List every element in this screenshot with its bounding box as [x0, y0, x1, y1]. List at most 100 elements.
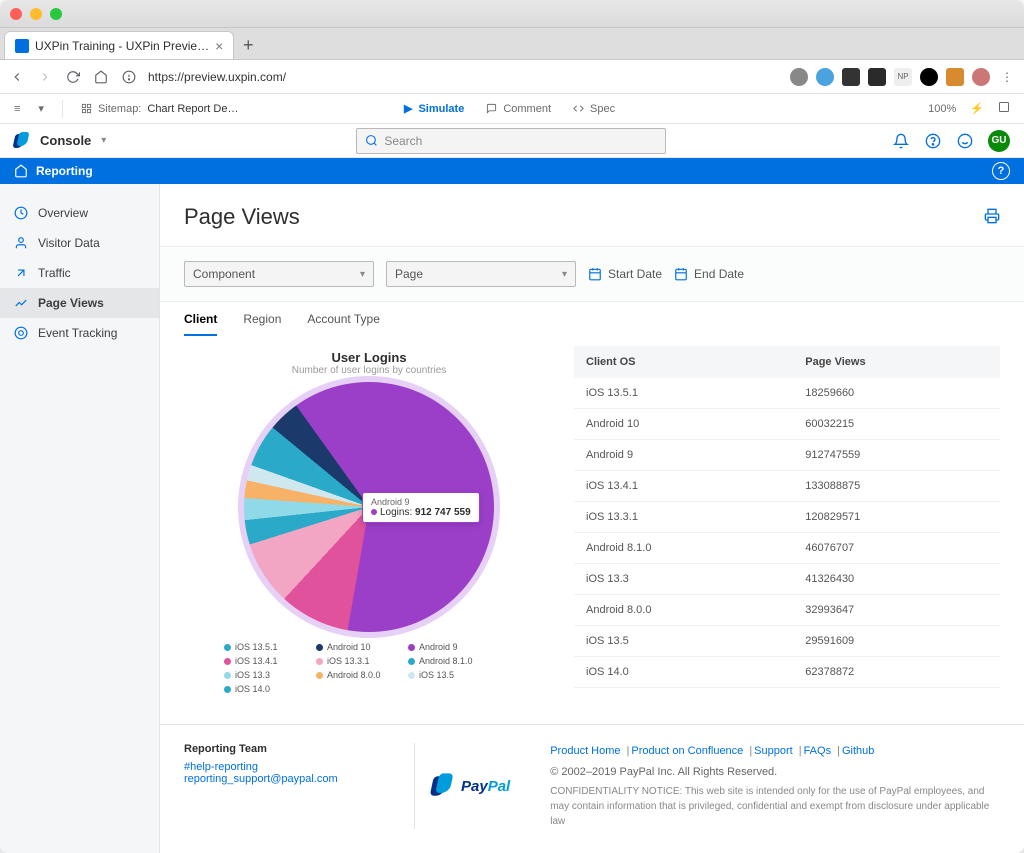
sidebar-item-overview[interactable]: Overview [0, 198, 159, 228]
tab-client[interactable]: Client [184, 312, 217, 336]
minimize-window-icon[interactable] [30, 8, 42, 20]
url-field[interactable]: https://preview.uxpin.com/ [148, 70, 286, 84]
extension-icon[interactable] [868, 68, 886, 86]
forward-icon[interactable] [36, 68, 54, 86]
chrome-menu-icon[interactable]: ⋮ [998, 68, 1016, 86]
legend-item[interactable]: Android 8.1.0 [408, 656, 488, 666]
print-icon[interactable] [984, 208, 1000, 227]
zoom-label[interactable]: 100% [928, 103, 956, 115]
extension-icon[interactable] [790, 68, 808, 86]
user-avatar[interactable]: GU [988, 130, 1010, 152]
browser-tab[interactable]: UXPin Training - UXPin Previe… × [4, 31, 234, 59]
start-date-button[interactable]: Start Date [588, 267, 662, 281]
sitemap-button[interactable]: Sitemap: Chart Report De… [81, 103, 239, 115]
sidebar: OverviewVisitor DataTrafficPage ViewsEve… [0, 184, 160, 853]
close-window-icon[interactable] [10, 8, 22, 20]
chart-tooltip: Android 9 Logins: 912 747 559 [362, 492, 480, 523]
filter-bar: Component▾ Page▾ Start Date End Date [160, 246, 1024, 302]
uxpin-toolbar: ≡ ▾ Sitemap: Chart Report De… ▶ Simulate… [0, 94, 1024, 124]
zoom-window-icon[interactable] [50, 8, 62, 20]
target-icon [14, 326, 28, 340]
footer-link[interactable]: FAQs [804, 745, 832, 757]
legend-item[interactable]: iOS 13.3.1 [316, 656, 396, 666]
main-content: Page Views Component▾ Page▾ Start Date E… [160, 184, 1024, 853]
bell-icon[interactable] [892, 132, 910, 150]
extension-icon[interactable] [946, 68, 964, 86]
browser-addressbar: https://preview.uxpin.com/ NP ⋮ [0, 60, 1024, 94]
sidebar-item-traffic[interactable]: Traffic [0, 258, 159, 288]
chart-legend: iOS 13.5.1 Android 10 Android 9 iOS 13.4.1 i… [184, 632, 554, 694]
search-icon [365, 134, 378, 147]
extension-icon[interactable] [920, 68, 938, 86]
end-date-button[interactable]: End Date [674, 267, 744, 281]
table-row[interactable]: iOS 13.5.118259660 [574, 378, 1000, 409]
table-row[interactable]: iOS 13.529591609 [574, 626, 1000, 657]
profile-avatar-icon[interactable] [972, 68, 990, 86]
legend-item[interactable]: Android 10 [316, 642, 396, 652]
home-icon [14, 164, 28, 178]
chevron-down-icon[interactable]: ▾ [38, 102, 44, 115]
new-tab-button[interactable]: + [234, 31, 262, 59]
chart-subtitle: Number of user logins by countries [184, 365, 554, 376]
comment-tab[interactable]: Comment [486, 102, 551, 115]
tab-region[interactable]: Region [243, 312, 281, 336]
legend-item[interactable]: iOS 13.5.1 [224, 642, 304, 652]
footer-link[interactable]: Product on Confluence [631, 745, 743, 757]
footer-link[interactable]: Product Home [550, 745, 620, 757]
legend-item[interactable]: iOS 14.0 [224, 684, 304, 694]
extension-icon[interactable]: NP [894, 68, 912, 86]
table-row[interactable]: Android 8.1.046076707 [574, 533, 1000, 564]
back-icon[interactable] [8, 68, 26, 86]
sidebar-item-page-views[interactable]: Page Views [0, 288, 159, 318]
legend-item[interactable]: iOS 13.3 [224, 670, 304, 680]
section-bar: Reporting ? [0, 158, 1024, 184]
table-row[interactable]: Android 9912747559 [574, 440, 1000, 471]
table-row[interactable]: iOS 13.3.1120829571 [574, 502, 1000, 533]
column-header: Client OS [574, 346, 793, 378]
reload-icon[interactable] [64, 68, 82, 86]
feedback-icon[interactable] [956, 132, 974, 150]
table-row[interactable]: iOS 13.341326430 [574, 564, 1000, 595]
fullscreen-icon[interactable] [998, 101, 1010, 116]
uxpin-menu-icon[interactable]: ≡ [14, 103, 20, 115]
paypal-logo-icon [14, 132, 30, 150]
footer-email-link[interactable]: reporting_support@paypal.com [184, 773, 338, 785]
footer: Reporting Team #help-reporting reporting… [160, 724, 1024, 847]
extension-icon[interactable] [842, 68, 860, 86]
page-title: Page Views [184, 204, 300, 230]
tab-account-type[interactable]: Account Type [307, 312, 380, 336]
sidebar-item-event-tracking[interactable]: Event Tracking [0, 318, 159, 348]
legend-item[interactable]: iOS 13.4.1 [224, 656, 304, 666]
legend-item[interactable]: Android 8.0.0 [316, 670, 396, 680]
footer-confidential: CONFIDENTIALITY NOTICE: This web site is… [550, 784, 1000, 829]
component-dropdown[interactable]: Component▾ [184, 261, 374, 287]
legend-item[interactable]: Android 9 [408, 642, 488, 652]
browser-tabstrip: UXPin Training - UXPin Previe… × + [0, 28, 1024, 60]
chart-title: User Logins [184, 350, 554, 365]
table-row[interactable]: Android 8.0.032993647 [574, 595, 1000, 626]
home-icon[interactable] [92, 68, 110, 86]
search-input[interactable]: Search [356, 128, 666, 154]
footer-channel-link[interactable]: #help-reporting [184, 761, 258, 773]
simulate-tab[interactable]: ▶ Simulate [404, 102, 464, 115]
tab-title: UXPin Training - UXPin Previe… [35, 39, 209, 53]
legend-item[interactable]: iOS 13.5 [408, 670, 488, 680]
section-help-icon[interactable]: ? [992, 162, 1010, 180]
close-tab-icon[interactable]: × [215, 38, 223, 54]
extension-icon[interactable] [816, 68, 834, 86]
table-row[interactable]: Android 1060032215 [574, 409, 1000, 440]
page-dropdown[interactable]: Page▾ [386, 261, 576, 287]
chevron-down-icon[interactable]: ▾ [101, 135, 106, 146]
gauge-icon [14, 206, 28, 220]
site-info-icon[interactable] [120, 68, 138, 86]
table-row[interactable]: iOS 13.4.1133088875 [574, 471, 1000, 502]
table-row[interactable]: iOS 14.062378872 [574, 657, 1000, 688]
lightning-icon[interactable]: ⚡ [970, 102, 984, 115]
favicon-icon [15, 39, 29, 53]
app-title: Console [40, 133, 91, 148]
spec-tab[interactable]: Spec [573, 102, 615, 115]
footer-link[interactable]: Support [754, 745, 793, 757]
sidebar-item-visitor-data[interactable]: Visitor Data [0, 228, 159, 258]
help-icon[interactable] [924, 132, 942, 150]
footer-link[interactable]: Github [842, 745, 874, 757]
